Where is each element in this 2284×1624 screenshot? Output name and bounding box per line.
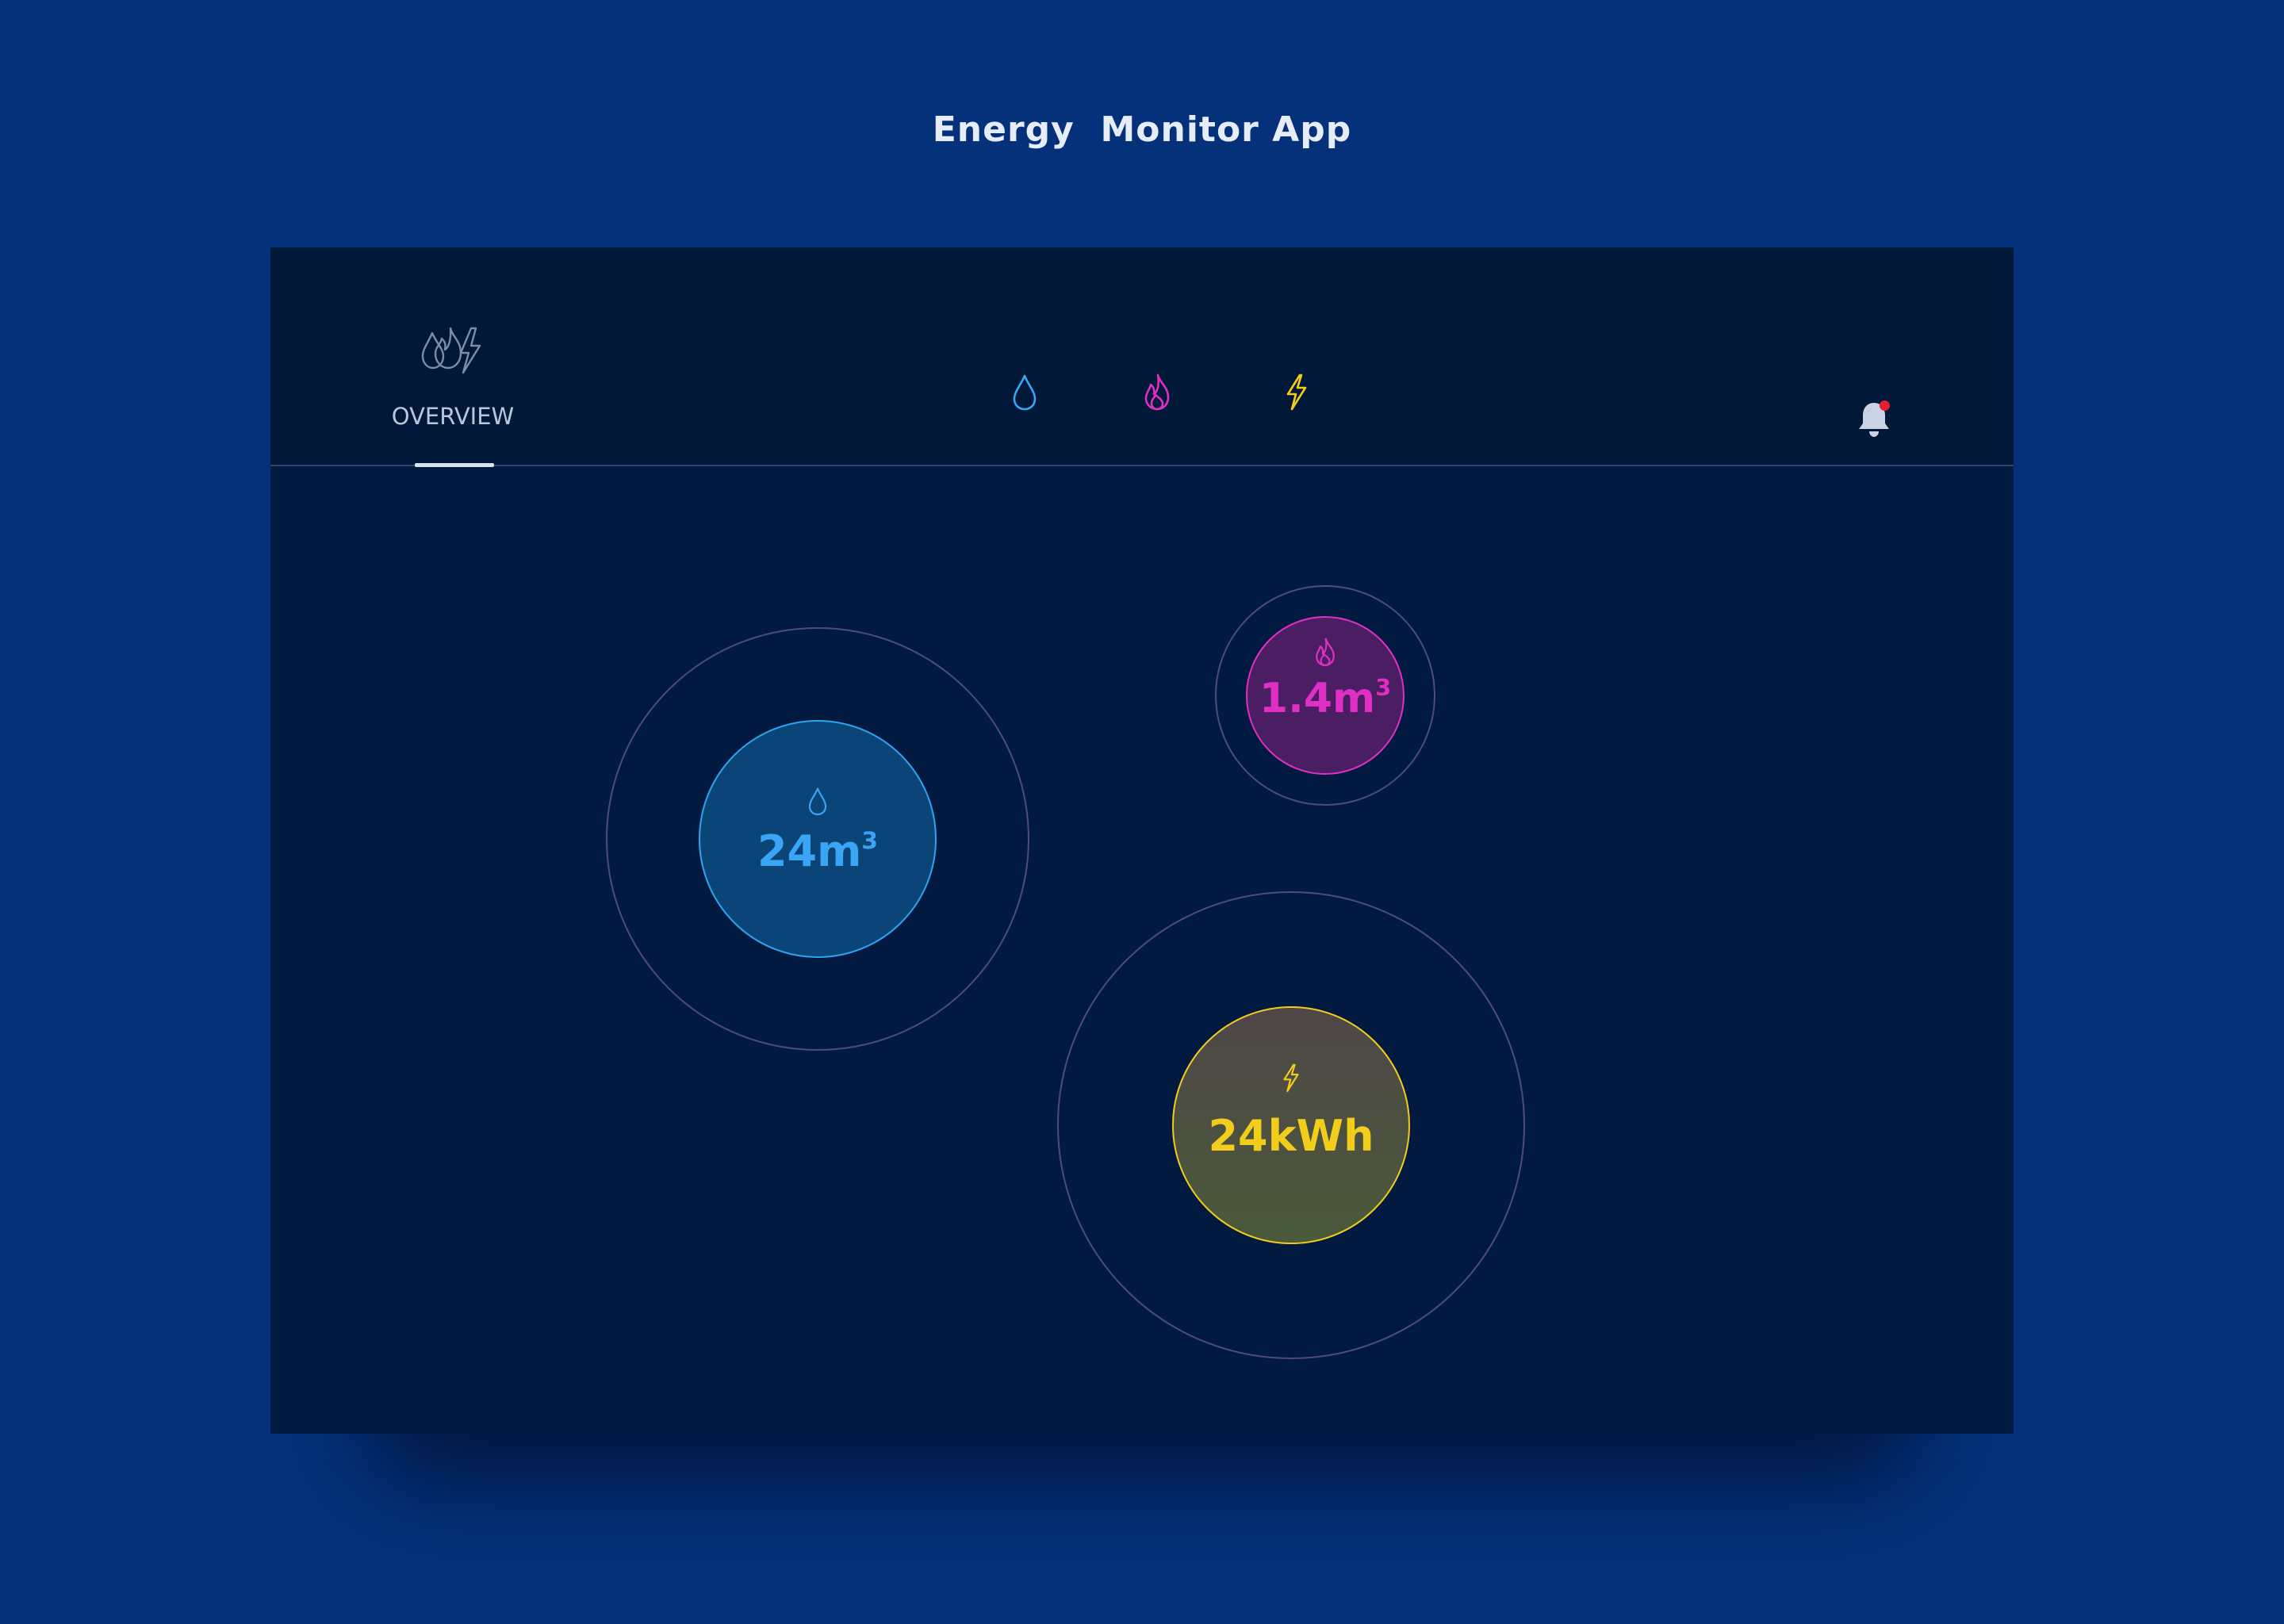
water-usage-value: 24m3	[757, 826, 879, 876]
app-window: OVERVIEW 24m3 1.4m3 24kWh	[270, 247, 2014, 1434]
water-gas-electricity-icon	[421, 327, 481, 374]
flame-icon	[1316, 638, 1335, 667]
tab-overview-label: OVERVIEW	[391, 403, 515, 430]
page-title: Energy Monitor App	[932, 109, 1352, 150]
notifications-button[interactable]	[1855, 398, 1903, 446]
water-drop-icon	[1013, 374, 1037, 411]
electricity-usage-bubble[interactable]: 24kWh	[1172, 1006, 1410, 1244]
tab-electricity[interactable]	[1271, 366, 1322, 417]
lightning-icon	[1286, 373, 1307, 411]
usage-overview: 24m3 1.4m3 24kWh	[270, 466, 2014, 1434]
unit-superscript: 3	[861, 826, 879, 855]
tab-overview[interactable]: OVERVIEW	[381, 327, 524, 467]
app-header: OVERVIEW	[270, 247, 2014, 467]
flame-icon	[1144, 373, 1170, 411]
electricity-usage-value: 24kWh	[1208, 1111, 1374, 1161]
water-drop-icon	[808, 787, 827, 816]
gas-usage-bubble[interactable]: 1.4m3	[1246, 616, 1405, 775]
lightning-icon	[1283, 1063, 1299, 1093]
water-usage-bubble[interactable]: 24m3	[699, 720, 937, 958]
notification-badge	[1880, 400, 1890, 411]
tab-water[interactable]	[999, 366, 1050, 417]
tab-gas[interactable]	[1132, 366, 1182, 417]
unit-superscript: 3	[1375, 673, 1392, 701]
gas-usage-value: 1.4m3	[1259, 673, 1392, 722]
